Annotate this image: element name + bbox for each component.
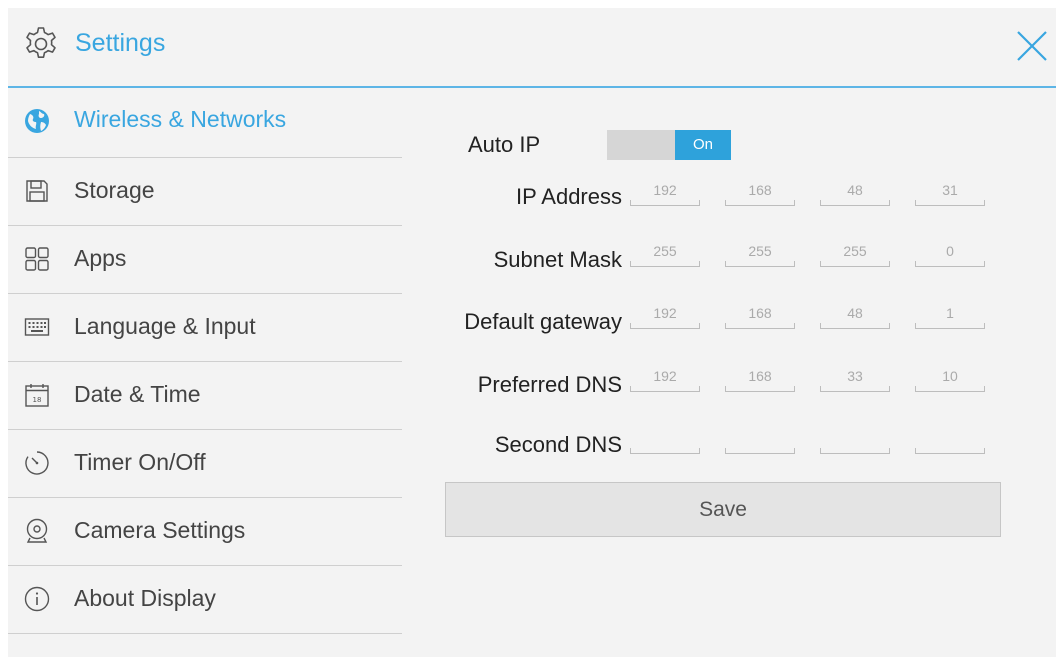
settings-header: Settings <box>8 8 1056 88</box>
sidebar-item-about-display[interactable]: About Display <box>8 566 402 634</box>
network-settings-panel: Auto IP On IP Address 192 168 48 31 Subn… <box>402 90 1056 650</box>
sidebar-item-label: Timer On/Off <box>74 449 206 475</box>
default-gateway-label: Default gateway <box>464 309 622 334</box>
sidebar-item-wireless-networks[interactable]: Wireless & Networks <box>8 90 402 158</box>
sidebar-item-label: Language & Input <box>74 313 256 339</box>
ip-address-octet-2[interactable]: 168 <box>725 180 795 206</box>
info-icon <box>24 586 50 612</box>
page-title: Settings <box>75 29 166 57</box>
apps-grid-icon <box>25 247 49 271</box>
preferred-dns-label: Preferred DNS <box>477 372 622 397</box>
camera-icon <box>26 518 48 543</box>
settings-sidebar: Wireless & Networks Storage Apps Languag… <box>8 90 402 634</box>
settings-window: Settings Wireless & Networks Storage App… <box>8 8 1056 657</box>
sidebar-item-label: Camera Settings <box>74 517 246 543</box>
sidebar-item-date-time[interactable]: 18 Date & Time <box>8 362 402 430</box>
sidebar-item-camera[interactable]: Camera Settings <box>8 498 402 566</box>
ip-address-octet-4[interactable]: 31 <box>915 180 985 206</box>
subnet-mask-label: Subnet Mask <box>493 247 622 272</box>
sidebar-item-label: About Display <box>74 585 216 611</box>
globe-icon <box>25 109 49 133</box>
preferred-dns-octet-2[interactable]: 168 <box>725 366 795 392</box>
default-gateway-octet-1[interactable]: 192 <box>630 303 700 329</box>
second-dns-octet-2[interactable] <box>725 428 795 454</box>
sidebar-item-storage[interactable]: Storage <box>8 158 402 226</box>
sidebar-item-label: Date & Time <box>74 381 201 407</box>
calendar-icon: 18 <box>25 384 49 407</box>
sidebar-item-label: Apps <box>74 245 127 271</box>
storage-icon <box>26 180 48 202</box>
sidebar-item-timer[interactable]: Timer On/Off <box>8 430 402 498</box>
ip-address-label: IP Address <box>516 184 622 209</box>
toggle-on-state: On <box>675 130 731 160</box>
sidebar-item-apps[interactable]: Apps <box>8 226 402 294</box>
second-dns-label: Second DNS <box>494 432 622 457</box>
ip-address-octet-3[interactable]: 48 <box>820 180 890 206</box>
second-dns-octet-1[interactable] <box>630 428 700 454</box>
save-button[interactable]: Save <box>445 482 1001 537</box>
ip-address-octet-1[interactable]: 192 <box>630 180 700 206</box>
second-dns-octet-4[interactable] <box>915 428 985 454</box>
sidebar-item-language-input[interactable]: Language & Input <box>8 294 402 362</box>
sidebar-item-label: Wireless & Networks <box>74 106 287 132</box>
preferred-dns-octet-1[interactable]: 192 <box>630 366 700 392</box>
timer-icon <box>25 451 49 475</box>
preferred-dns-octet-4[interactable]: 10 <box>915 366 985 392</box>
preferred-dns-octet-3[interactable]: 33 <box>820 366 890 392</box>
sidebar-item-label: Storage <box>74 177 155 203</box>
subnet-mask-octet-3[interactable]: 255 <box>820 241 890 267</box>
close-icon[interactable] <box>1013 27 1051 65</box>
gear-icon <box>26 27 56 58</box>
subnet-mask-octet-1[interactable]: 255 <box>630 241 700 267</box>
second-dns-octet-3[interactable] <box>820 428 890 454</box>
auto-ip-toggle[interactable]: On <box>607 130 731 160</box>
keyboard-icon <box>24 318 50 336</box>
default-gateway-octet-2[interactable]: 168 <box>725 303 795 329</box>
subnet-mask-octet-2[interactable]: 255 <box>725 241 795 267</box>
subnet-mask-octet-4[interactable]: 0 <box>915 241 985 267</box>
auto-ip-label: Auto IP <box>468 132 541 157</box>
default-gateway-octet-3[interactable]: 48 <box>820 303 890 329</box>
svg-text:18: 18 <box>33 396 42 404</box>
default-gateway-octet-4[interactable]: 1 <box>915 303 985 329</box>
